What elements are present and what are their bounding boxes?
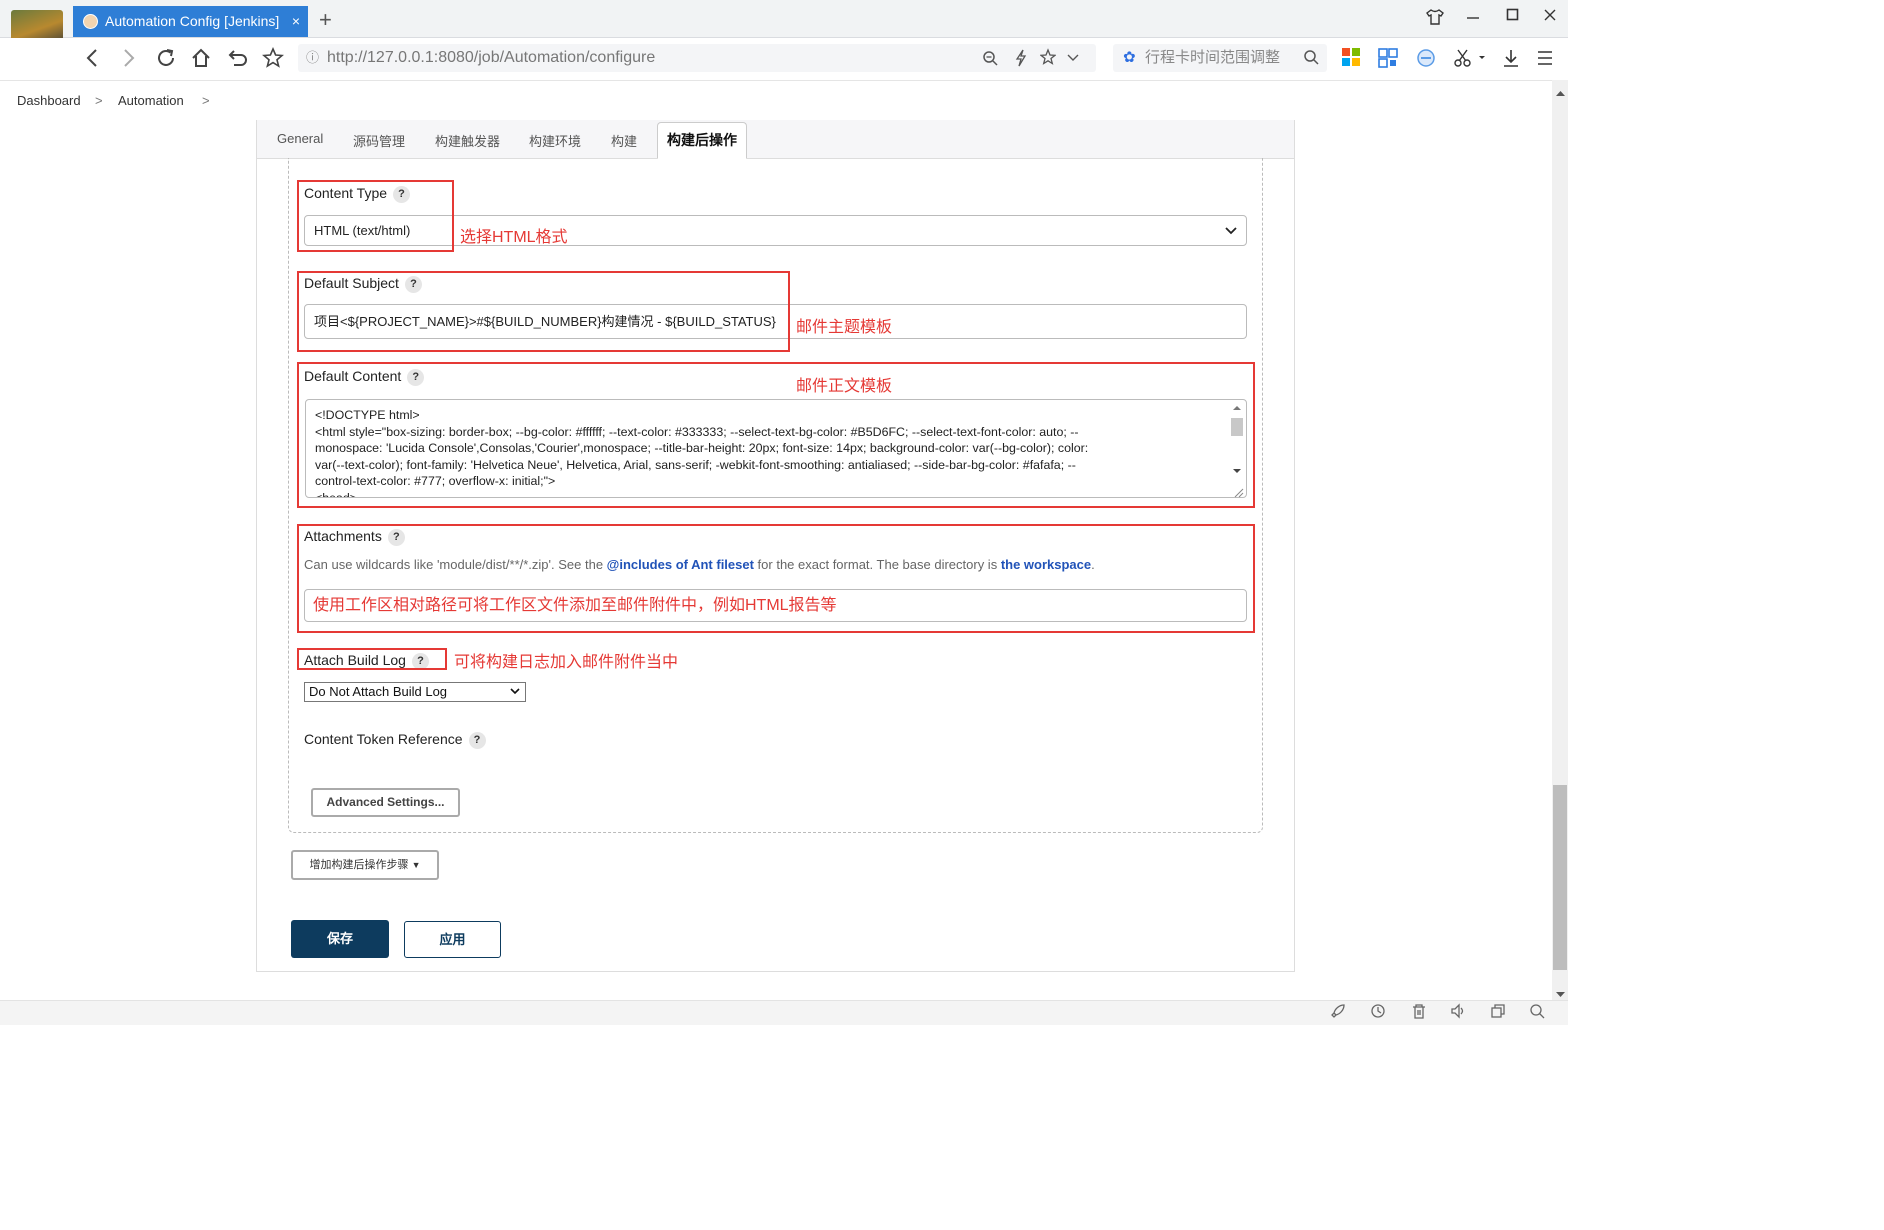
chevron-down-icon	[510, 688, 520, 695]
tab-source-code[interactable]: 源码管理	[353, 131, 405, 150]
annotation-content-type: 选择HTML格式	[460, 229, 568, 246]
star-icon[interactable]	[262, 46, 284, 75]
search-icon[interactable]	[1303, 44, 1319, 82]
tab-build[interactable]: 构建	[611, 131, 637, 150]
url-path: :8080/job/Automation/configure	[433, 49, 656, 66]
zoom-icon[interactable]	[982, 44, 998, 82]
help-icon[interactable]: ?	[468, 732, 486, 749]
browser-tab-active[interactable]: Automation Config [Jenkins] ×	[73, 6, 308, 37]
page-scrollbar-thumb[interactable]	[1553, 785, 1567, 970]
annotation-box-build-log	[297, 648, 447, 670]
annotation-box-content	[297, 362, 1255, 508]
search-text: 行程卡时间范围调整	[1145, 49, 1281, 66]
lightning-icon[interactable]	[1014, 44, 1028, 82]
favorite-star-icon[interactable]	[1039, 44, 1057, 82]
scissors-icon[interactable]	[1453, 48, 1485, 68]
annotation-subject: 邮件主题模板	[796, 319, 893, 336]
tab-close-icon[interactable]: ×	[292, 6, 300, 37]
history-icon[interactable]	[1370, 1003, 1386, 1023]
minimize-icon[interactable]	[1466, 4, 1480, 31]
search-box[interactable]: ✿ 行程卡时间范围调整	[1113, 44, 1327, 72]
add-post-build-step-button[interactable]: 增加构建后操作步骤 ▼	[291, 850, 439, 880]
save-button[interactable]: 保存	[291, 920, 389, 958]
dropdown-chevron-icon[interactable]	[1066, 44, 1080, 82]
download-icon[interactable]	[1502, 48, 1522, 68]
volume-icon[interactable]	[1450, 1003, 1466, 1023]
scroll-up-icon[interactable]	[1556, 84, 1565, 102]
tab-title: Automation Config [Jenkins]	[105, 13, 280, 29]
tab-build-triggers[interactable]: 构建触发器	[435, 131, 500, 150]
trash-icon[interactable]	[1411, 1003, 1427, 1023]
reload-icon[interactable]	[155, 47, 177, 75]
block-icon[interactable]	[1416, 48, 1436, 68]
window-close-icon[interactable]	[1543, 8, 1557, 27]
zoom-search-icon[interactable]	[1529, 1003, 1545, 1023]
annotation-box-attachments	[297, 524, 1255, 633]
qr-code-icon[interactable]	[1378, 48, 1398, 68]
caret-down-icon: ▼	[411, 860, 421, 870]
shirt-skin-icon[interactable]	[1426, 8, 1444, 31]
chevron-left-icon[interactable]	[83, 47, 101, 75]
breadcrumb-separator-icon: >	[202, 93, 210, 108]
jenkins-favicon-icon	[83, 14, 98, 29]
windows-apps-icon[interactable]	[1342, 48, 1362, 68]
attach-build-log-select[interactable]: Do Not Attach Build Log	[304, 682, 526, 702]
annotation-box-subject	[297, 271, 790, 352]
breadcrumb-separator-icon: >	[95, 93, 103, 108]
window-restore-icon[interactable]	[1490, 1003, 1506, 1023]
annotation-build-log: 可将构建日志加入邮件附件当中	[454, 654, 679, 671]
address-bar[interactable]: ⓘ http://127.0.0.1:8080/job/Automation/c…	[298, 44, 1096, 72]
breadcrumb-automation[interactable]: Automation	[118, 93, 184, 108]
baidu-paw-icon: ✿	[1123, 49, 1136, 66]
maximize-icon[interactable]	[1506, 8, 1520, 27]
site-info-icon[interactable]: ⓘ	[306, 44, 319, 72]
annotation-box-content-type	[297, 180, 454, 252]
breadcrumb-dashboard[interactable]: Dashboard	[17, 93, 81, 108]
new-tab-icon[interactable]: +	[319, 6, 332, 34]
rocket-icon[interactable]	[1330, 1003, 1346, 1023]
undo-icon[interactable]	[226, 47, 248, 75]
menu-hamburger-icon[interactable]	[1537, 48, 1557, 68]
tab-build-environment[interactable]: 构建环境	[529, 131, 581, 150]
advanced-settings-button[interactable]: Advanced Settings...	[311, 788, 460, 817]
tab-general[interactable]: General	[277, 131, 323, 146]
chevron-down-icon	[1225, 227, 1237, 235]
apply-button[interactable]: 应用	[404, 921, 501, 958]
tab-post-build[interactable]: 构建后操作	[657, 122, 747, 159]
config-tabs	[257, 120, 1294, 159]
home-icon[interactable]	[190, 47, 212, 75]
url-host: http://127.0.0.1	[327, 49, 434, 66]
content-token-label: Content Token Reference?	[304, 731, 486, 749]
chevron-right-icon[interactable]	[120, 47, 138, 75]
